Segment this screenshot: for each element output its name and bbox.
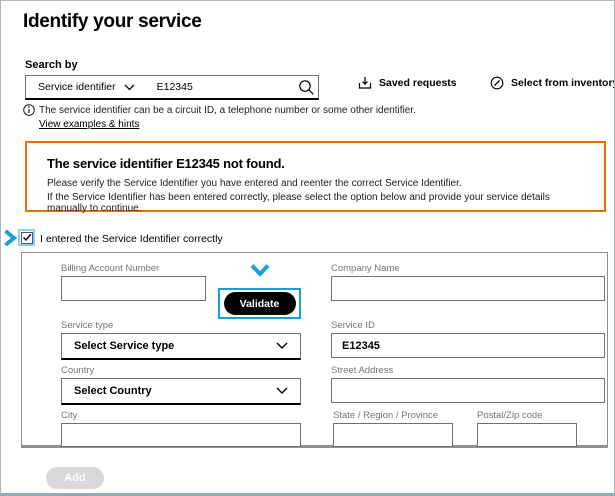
postal-zip-input[interactable] [477,423,577,447]
billing-account-number-label: Billing Account Number [61,263,160,274]
inventory-pencil-icon [490,76,504,90]
pointer-chevron-right-icon [3,229,17,247]
pointer-chevron-down-icon [250,263,270,277]
entered-correctly-checkbox[interactable] [20,231,33,244]
validate-highlight-box: Validate [218,288,301,319]
chevron-down-icon [124,84,135,91]
validate-button[interactable]: Validate [223,292,296,315]
entered-correctly-label: I entered the Service Identifier correct… [40,233,223,245]
street-address-label: Street Address [331,365,394,376]
not-found-alert: The service identifier E12345 not found.… [25,141,606,214]
city-input[interactable] [61,423,301,447]
country-value: Select Country [74,385,152,397]
search-type-dropdown[interactable]: Service identifier [26,76,145,98]
company-name-input[interactable] [331,276,605,301]
check-icon [22,233,31,242]
saved-requests-icon [358,76,372,90]
country-select[interactable]: Select Country [61,378,301,405]
service-type-select[interactable]: Select Service type [61,333,301,360]
service-search-control: Service identifier [25,75,319,100]
postal-zip-label: Postal/Zip code [477,410,543,421]
select-from-inventory-link[interactable]: Select from inventory [490,76,615,90]
street-address-input[interactable] [331,378,605,403]
state-region-province-input[interactable] [333,423,453,447]
service-identifier-input[interactable] [144,81,292,93]
view-examples-link[interactable]: View examples & hints [39,119,139,130]
service-type-value: Select Service type [74,340,175,352]
info-icon [23,104,35,116]
city-label: City [61,410,78,421]
chevron-down-icon [276,342,288,349]
alert-line-1: Please verify the Service Identifier you… [47,178,462,189]
select-from-inventory-label: Select from inventory [511,77,615,89]
country-label: Country [61,365,95,376]
chevron-down-icon [276,387,288,394]
alert-line-2: If the Service Identifier has been enter… [47,192,550,214]
checkbox-highlight-ring [18,229,35,246]
alert-title: The service identifier E12345 not found. [47,156,285,171]
identify-service-page: Identify your service Search by Service … [0,0,615,496]
saved-requests-link[interactable]: Saved requests [358,76,457,90]
search-type-value: Service identifier [38,81,116,93]
billing-account-number-input[interactable] [61,276,206,301]
service-id-input[interactable] [331,333,605,358]
company-name-label: Company Name [331,263,400,274]
service-identifier-info-text: The service identifier can be a circuit … [39,105,416,116]
search-icon[interactable] [292,79,324,96]
page-title: Identify your service [23,11,202,32]
saved-requests-label: Saved requests [379,77,457,89]
service-type-label: Service type [61,320,114,331]
service-id-label: Service ID [331,320,375,331]
state-region-province-label: State / Region / Province [333,410,439,421]
add-button[interactable]: Add [46,467,104,489]
search-by-label: Search by [25,59,78,71]
